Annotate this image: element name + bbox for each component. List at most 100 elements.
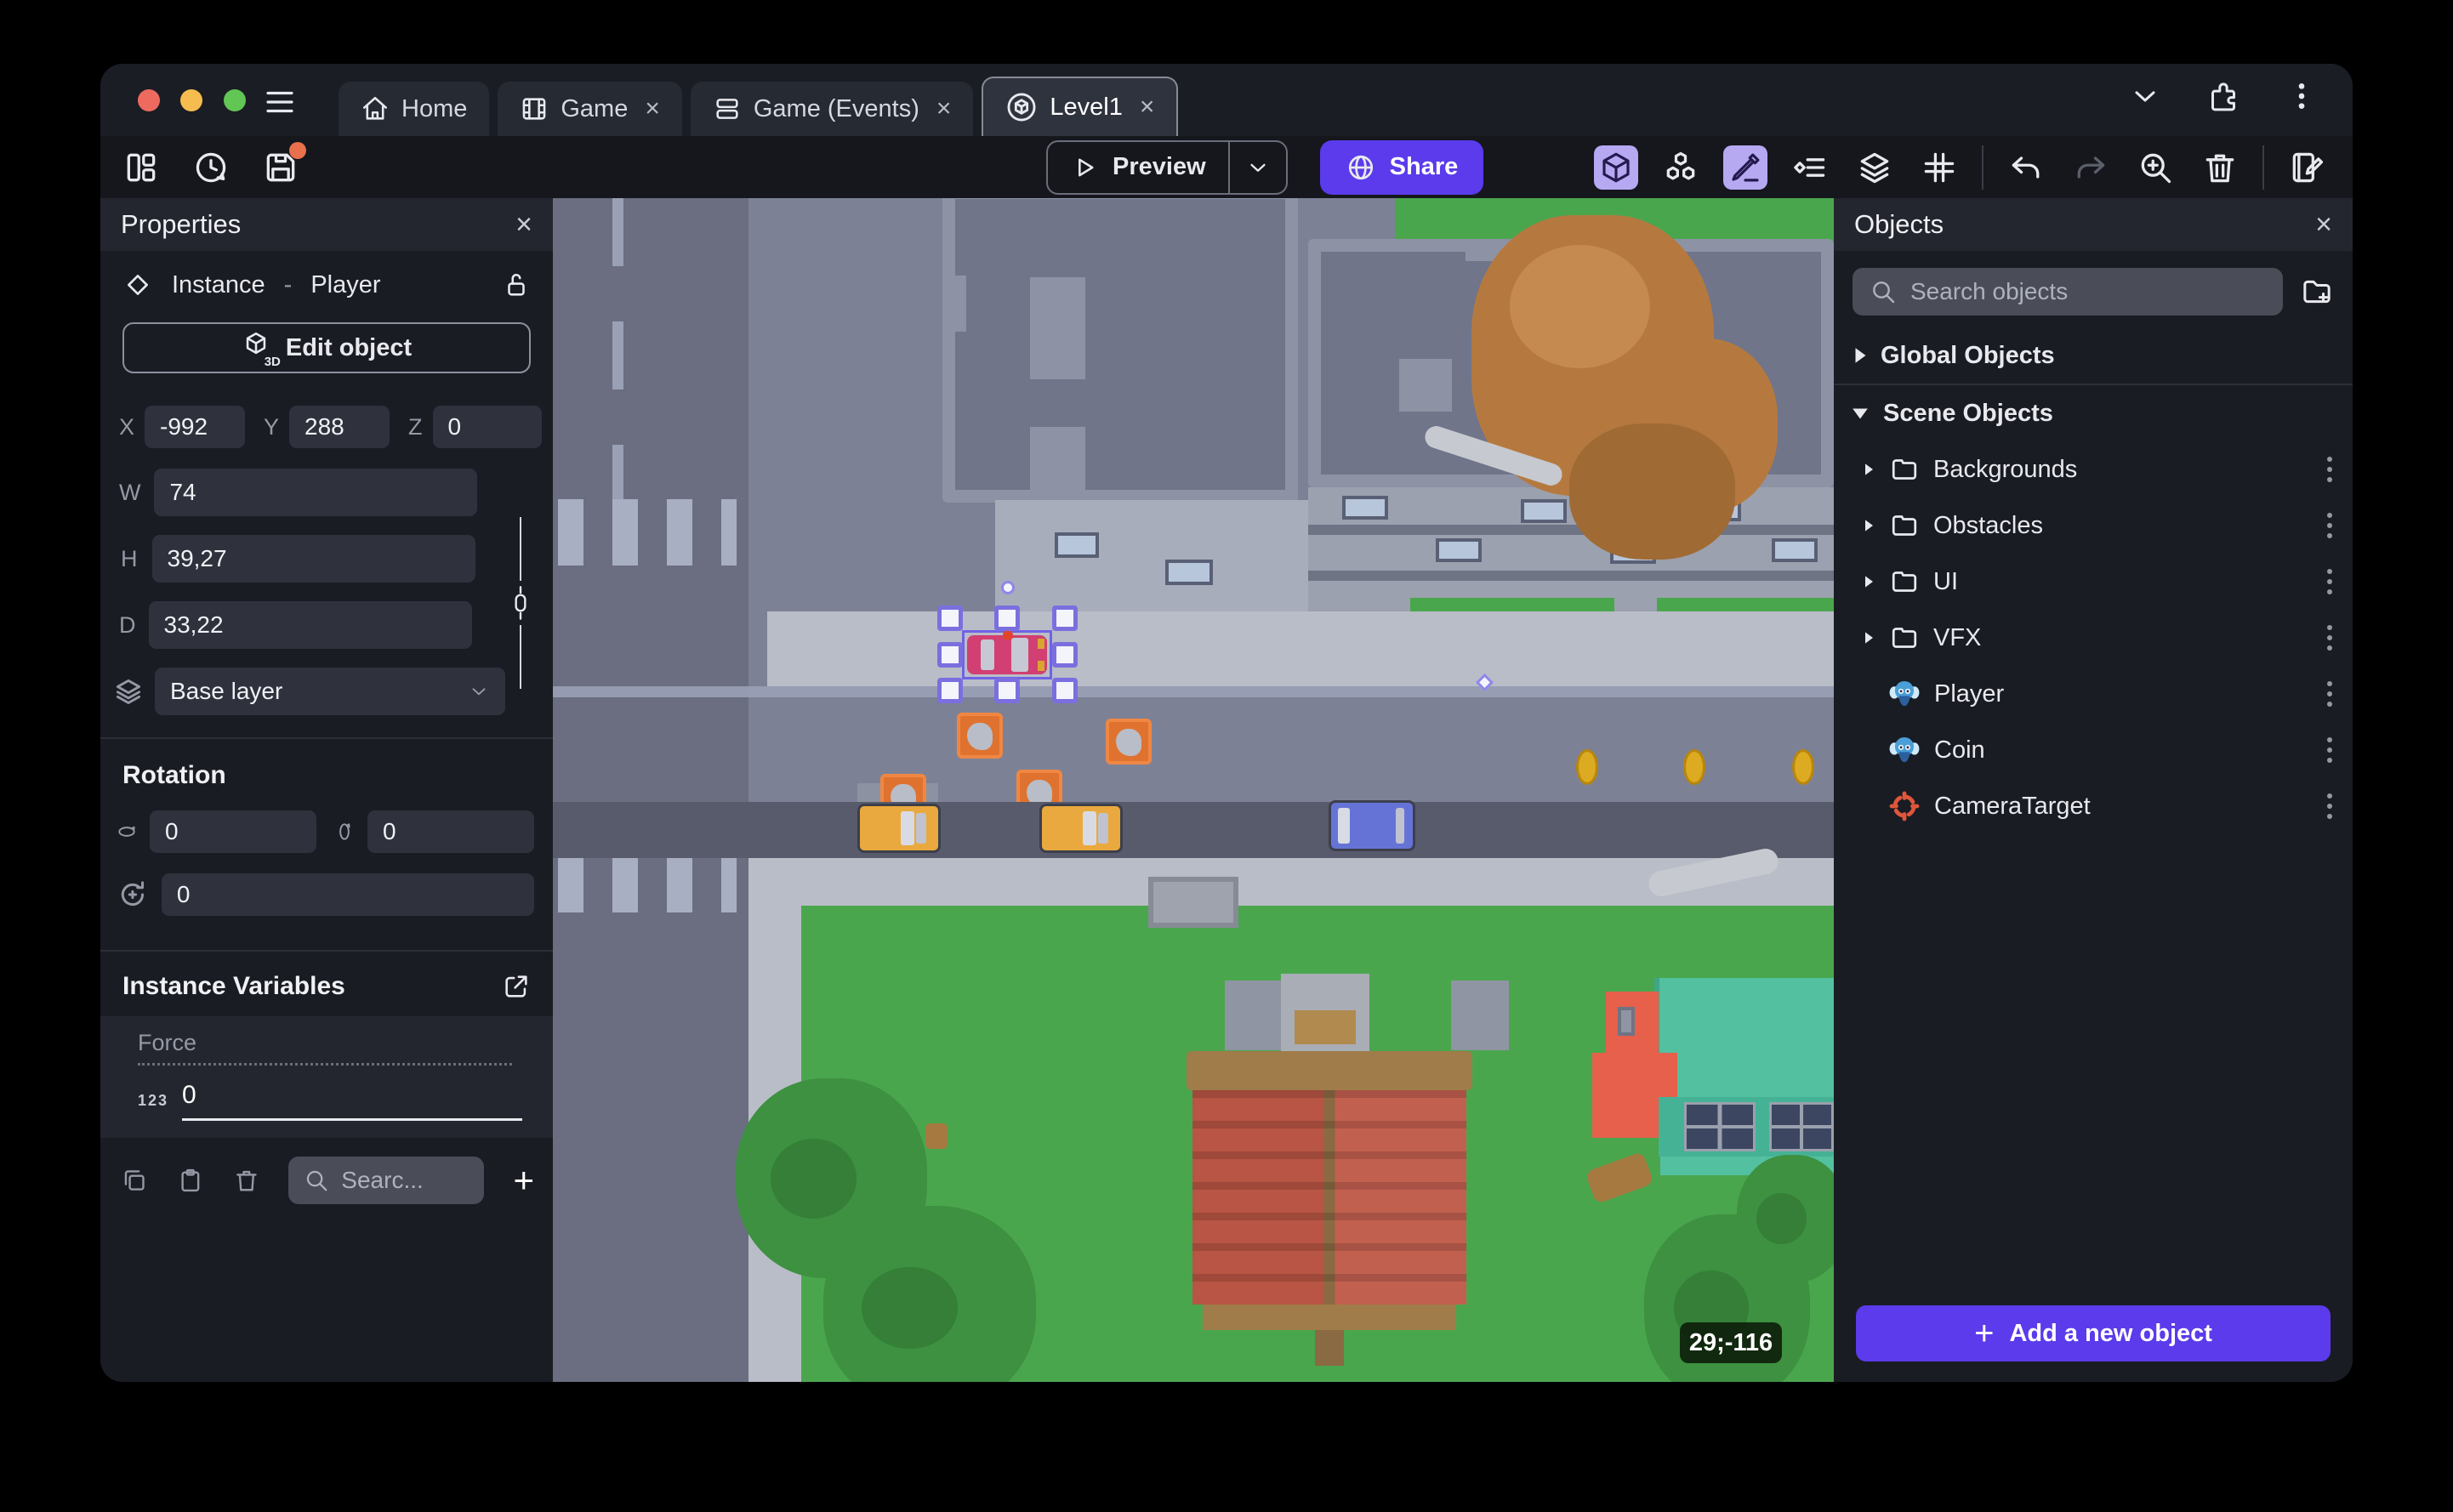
- objects-stack-icon[interactable]: [1659, 145, 1703, 190]
- building-roof[interactable]: [942, 198, 1298, 503]
- close-objects-icon[interactable]: ×: [2315, 208, 2332, 242]
- object-folder-obstacles[interactable]: Obstacles: [1834, 497, 2353, 554]
- object-folder-backgrounds[interactable]: Backgrounds: [1834, 441, 2353, 497]
- browser-menu-dots-icon[interactable]: [2285, 79, 2319, 113]
- tab-level1[interactable]: Level1 ×: [982, 77, 1179, 136]
- object-player[interactable]: Player: [1834, 666, 2353, 722]
- undo-icon[interactable]: [2004, 145, 2048, 190]
- group-scene-objects[interactable]: Scene Objects: [1834, 385, 2353, 441]
- coin-instance[interactable]: [1576, 749, 1598, 785]
- road-lane-dashes: [612, 198, 623, 504]
- tab-home[interactable]: Home: [339, 82, 490, 136]
- variable-value-input[interactable]: [182, 1081, 523, 1121]
- coin-instance[interactable]: [1683, 749, 1705, 785]
- player-car-selected[interactable]: [967, 630, 1047, 674]
- variable-name-input[interactable]: [138, 1030, 512, 1066]
- preview-button[interactable]: Preview: [1046, 139, 1288, 195]
- height-input[interactable]: [151, 535, 475, 583]
- pivot-dot: [1003, 630, 1013, 640]
- edit-object-button[interactable]: 3D Edit object: [122, 322, 531, 373]
- toggle-3d-view-icon[interactable]: [1594, 145, 1638, 190]
- resize-handle[interactable]: [1052, 605, 1078, 631]
- kebab-menu-icon[interactable]: [2327, 569, 2332, 594]
- extensions-puzzle-icon[interactable]: [2206, 79, 2240, 113]
- kebab-menu-icon[interactable]: [2327, 457, 2332, 482]
- zoom-window-light[interactable]: [223, 89, 246, 111]
- history-icon[interactable]: [189, 145, 233, 190]
- add-variable-button[interactable]: +: [513, 1160, 534, 1201]
- chevron-down-icon[interactable]: [2128, 79, 2162, 113]
- resize-handle[interactable]: [937, 605, 963, 631]
- kebab-menu-icon[interactable]: [2327, 681, 2332, 707]
- kebab-menu-icon[interactable]: [2327, 737, 2332, 763]
- rotation-z-input[interactable]: [161, 873, 534, 916]
- delete-variable-icon[interactable]: [233, 1165, 260, 1196]
- resize-handle[interactable]: [937, 678, 963, 703]
- grid-icon[interactable]: [1917, 145, 1961, 190]
- object-coin[interactable]: Coin: [1834, 722, 2353, 778]
- save-icon[interactable]: [259, 141, 306, 190]
- group-global-objects[interactable]: Global Objects: [1834, 327, 2353, 384]
- variables-search[interactable]: Searc...: [288, 1157, 485, 1204]
- coin-instance[interactable]: [1792, 749, 1814, 785]
- close-tab-icon[interactable]: ×: [936, 94, 952, 123]
- panels-layout-icon[interactable]: [119, 145, 163, 190]
- layers-icon[interactable]: [1853, 145, 1897, 190]
- rotation-y-input[interactable]: [367, 810, 534, 853]
- copy-icon[interactable]: [121, 1165, 148, 1196]
- close-tab-icon[interactable]: ×: [645, 94, 660, 123]
- blue-car-instance[interactable]: [1329, 800, 1415, 851]
- rotation-handle[interactable]: [1001, 581, 1015, 594]
- add-folder-icon[interactable]: [2300, 275, 2334, 309]
- tree-instance[interactable]: [823, 1206, 1036, 1382]
- object-folder-vfx[interactable]: VFX: [1834, 610, 2353, 666]
- close-tab-icon[interactable]: ×: [1140, 93, 1155, 122]
- share-button[interactable]: Share: [1319, 139, 1484, 195]
- gray-gate[interactable]: [1148, 877, 1238, 928]
- crate-instance[interactable]: [1106, 719, 1152, 765]
- tab-game[interactable]: Game ×: [498, 82, 682, 136]
- zoom-in-icon[interactable]: [2133, 145, 2177, 190]
- y-input[interactable]: [289, 406, 390, 448]
- paste-icon[interactable]: [177, 1165, 204, 1196]
- kebab-menu-icon[interactable]: [2327, 793, 2332, 819]
- scene-properties-notebook-icon[interactable]: [2285, 145, 2329, 190]
- resize-handle[interactable]: [994, 678, 1020, 703]
- open-variables-external-icon[interactable]: [502, 972, 531, 1001]
- trash-icon[interactable]: [2198, 145, 2242, 190]
- object-camera-target[interactable]: CameraTarget: [1834, 778, 2353, 834]
- scene-canvas[interactable]: 29;-116: [553, 198, 1834, 1382]
- link-dimensions-icon[interactable]: [507, 585, 534, 621]
- hamburger-menu-icon[interactable]: [262, 84, 298, 124]
- tree-instance[interactable]: [1737, 1155, 1834, 1282]
- kebab-menu-icon[interactable]: [2327, 513, 2332, 538]
- x-input[interactable]: [145, 406, 246, 448]
- x-label: X: [119, 413, 135, 440]
- number-type-icon[interactable]: 123: [138, 1092, 168, 1110]
- objects-search[interactable]: Search objects: [1853, 268, 2283, 315]
- unlock-icon[interactable]: [502, 270, 531, 299]
- close-properties-icon[interactable]: ×: [515, 208, 532, 242]
- instances-list-icon[interactable]: [1788, 145, 1832, 190]
- width-input[interactable]: [154, 469, 478, 516]
- rotation-x-input[interactable]: [150, 810, 316, 853]
- layer-select[interactable]: Base layer: [155, 668, 505, 715]
- yellow-car-instance[interactable]: [857, 804, 941, 853]
- close-window-light[interactable]: [138, 89, 160, 111]
- edit-tool-pencil-icon[interactable]: [1723, 145, 1767, 190]
- tab-game-events[interactable]: Game (Events) ×: [690, 82, 974, 136]
- kebab-menu-icon[interactable]: [2327, 625, 2332, 651]
- preview-options-dropdown[interactable]: [1227, 141, 1286, 193]
- crate-instance[interactable]: [957, 713, 1003, 759]
- resize-handle[interactable]: [1052, 642, 1078, 668]
- depth-input[interactable]: [148, 601, 472, 649]
- object-folder-ui[interactable]: UI: [1834, 554, 2353, 610]
- resize-handle[interactable]: [1052, 678, 1078, 703]
- add-new-object-button[interactable]: + Add a new object: [1856, 1305, 2331, 1361]
- minimize-window-light[interactable]: [180, 89, 203, 111]
- redo-icon[interactable]: [2069, 145, 2113, 190]
- yellow-car-instance[interactable]: [1039, 804, 1123, 853]
- resize-handle[interactable]: [937, 642, 963, 668]
- z-input[interactable]: [432, 406, 542, 448]
- resize-handle[interactable]: [994, 605, 1020, 631]
